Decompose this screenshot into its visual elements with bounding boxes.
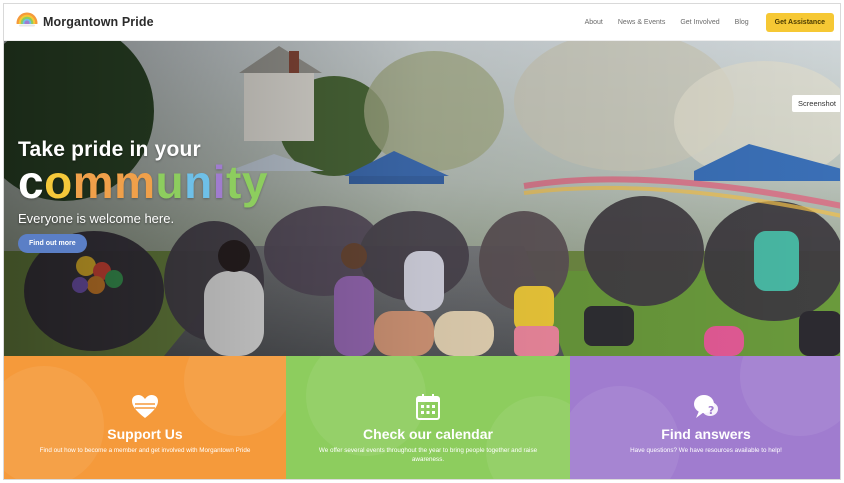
highlight-letter: i (212, 156, 227, 208)
highlight-letter: m (114, 156, 156, 208)
tile-find-answers[interactable]: ? Find answers Have questions? We have r… (570, 356, 840, 479)
brand-name[interactable]: Morgantown Pride (43, 15, 154, 29)
feature-tiles: Support Us Find out how to become a memb… (4, 356, 840, 479)
svg-text:?: ? (708, 404, 714, 417)
calendar-icon (416, 394, 440, 420)
find-out-more-button[interactable]: Find out more (18, 234, 87, 253)
highlight-letter: m (72, 156, 115, 208)
tile-title: Support Us (107, 426, 183, 442)
highlight-letter: c (18, 156, 45, 208)
tile-title: Check our calendar (363, 426, 493, 442)
rainbow-logo-icon[interactable] (16, 12, 38, 34)
nav-get-involved[interactable]: Get Involved (680, 19, 719, 26)
highlight-letter: y (241, 156, 268, 208)
nav-about[interactable]: About (585, 19, 603, 26)
nav-blog[interactable]: Blog (735, 19, 749, 26)
hero-section: Take pride in your community Everyone is… (4, 41, 840, 356)
hero-subtitle: Everyone is welcome here. (18, 211, 175, 226)
nav-news-events[interactable]: News & Events (618, 19, 665, 26)
highlight-letter: u (155, 156, 185, 208)
tile-text: Find out how to become a member and get … (39, 447, 251, 454)
main-nav: About News & Events Get Involved Blog Ge… (585, 4, 834, 41)
page-frame: Morgantown Pride About News & Events Get… (3, 3, 841, 480)
highlight-letter: n (184, 156, 213, 208)
highlight-letter: t (226, 156, 242, 208)
get-assistance-button[interactable]: Get Assistance (765, 13, 834, 32)
tile-title: Find answers (661, 426, 751, 442)
tile-support-us[interactable]: Support Us Find out how to become a memb… (4, 356, 286, 479)
tile-check-calendar[interactable]: Check our calendar We offer several even… (286, 356, 570, 479)
tile-text: We offer several events throughout the y… (318, 447, 538, 463)
screenshot-label[interactable]: Screenshot (792, 95, 840, 112)
tile-text: Have questions? We have resources availa… (630, 447, 782, 454)
site-header: Morgantown Pride About News & Events Get… (4, 4, 840, 41)
heart-icon (132, 395, 158, 418)
hero-highlight-word: community (18, 155, 268, 209)
question-chat-icon: ? (694, 395, 718, 418)
highlight-letter: o (44, 156, 73, 208)
